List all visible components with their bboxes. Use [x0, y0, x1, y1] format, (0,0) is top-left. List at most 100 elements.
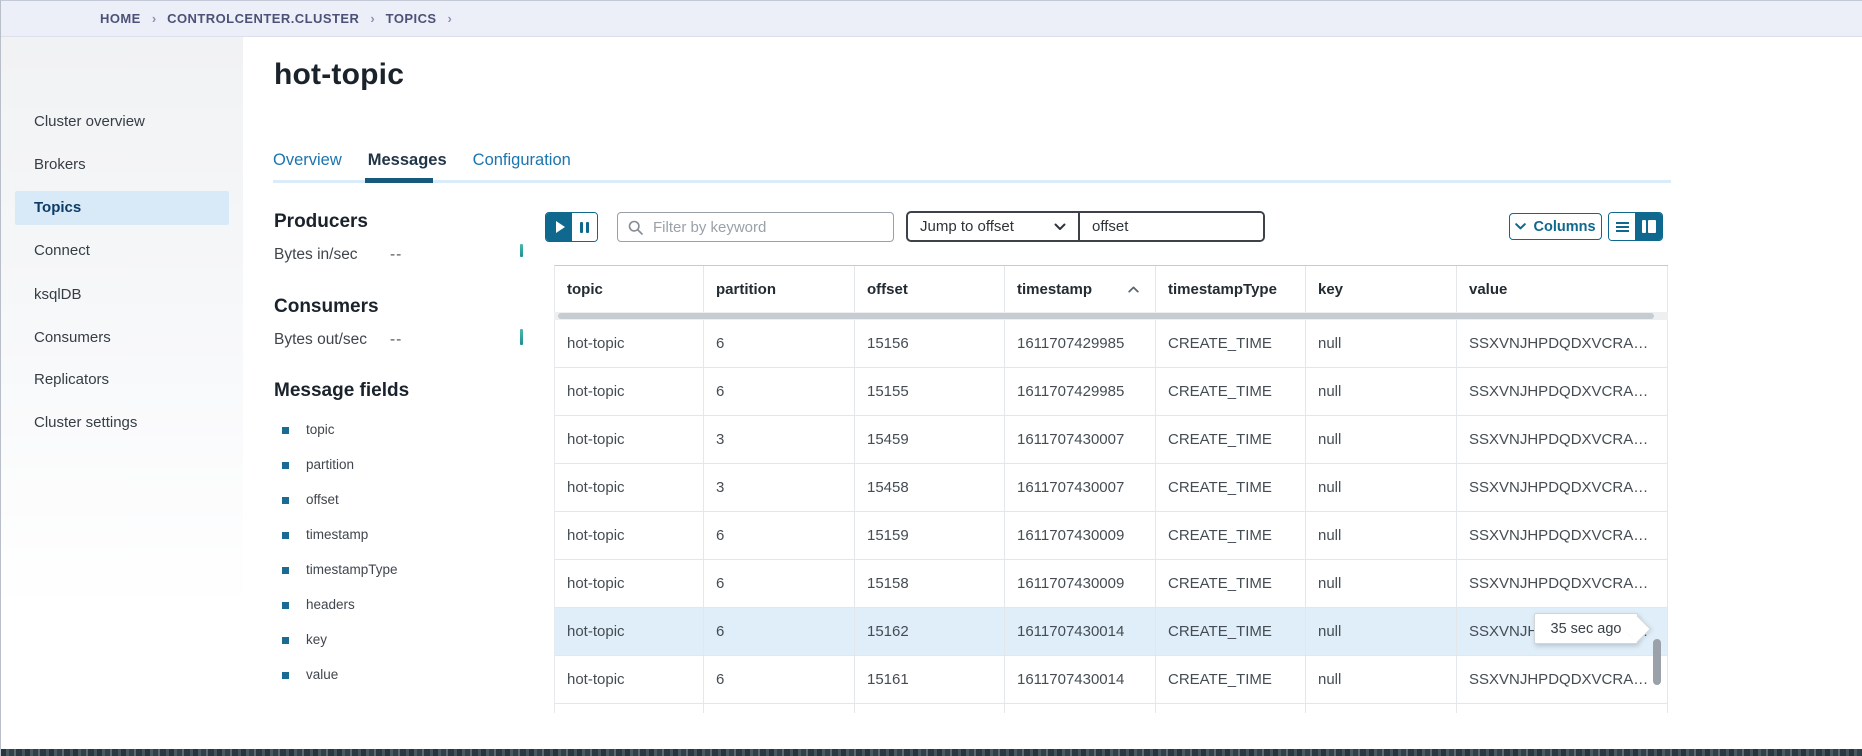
table-row[interactable]: hot-topic3154591611707430007CREATE_TIMEn… [554, 416, 1668, 464]
table-row-partial [554, 704, 1668, 713]
cell-timestampType: CREATE_TIME [1156, 368, 1306, 415]
field-bullet-icon [282, 497, 289, 504]
consumers-sparkline-tick [520, 329, 523, 345]
cell-offset: 15459 [855, 416, 1005, 463]
tab-bar: Overview Messages Configuration [273, 151, 571, 170]
vertical-scrollbar-thumb[interactable] [1653, 639, 1661, 685]
cell-offset: 15161 [855, 656, 1005, 703]
breadcrumb-separator: › [448, 11, 452, 26]
table-row[interactable]: hot-topic6151591611707430009CREATE_TIMEn… [554, 512, 1668, 560]
cell-timestamp: 1611707430014 [1005, 656, 1156, 703]
table-row[interactable]: hot-topic6151581611707430009CREATE_TIMEn… [554, 560, 1668, 608]
pause-icon [580, 222, 583, 233]
message-field-item-value[interactable]: value [282, 667, 398, 702]
column-header-partition[interactable]: partition [704, 266, 855, 312]
screen-edge-artifact [1, 749, 1862, 756]
tab-messages[interactable]: Messages [368, 151, 447, 170]
jump-to-offset-group: Jump to offset [906, 211, 1265, 242]
cell-offset: 15158 [855, 560, 1005, 607]
filter-input[interactable] [651, 218, 883, 237]
table-body: hot-topic6151561611707429985CREATE_TIMEn… [554, 320, 1668, 713]
tab-configuration[interactable]: Configuration [473, 151, 571, 170]
message-field-item-timestamptype[interactable]: timestampType [282, 562, 398, 597]
cell-timestampType: CREATE_TIME [1156, 512, 1306, 559]
search-icon [628, 220, 643, 235]
playback-control [545, 212, 598, 242]
message-fields-heading: Message fields [274, 380, 409, 402]
field-label: partition [306, 457, 354, 473]
breadcrumb-link-home[interactable]: HOME [100, 11, 141, 26]
message-field-item-headers[interactable]: headers [282, 597, 398, 632]
breadcrumb-link-controlcenter-cluster[interactable]: CONTROLCENTER.CLUSTER [167, 11, 359, 26]
column-header-key[interactable]: key [1306, 266, 1457, 312]
column-header-topic[interactable]: topic [555, 266, 704, 312]
message-field-item-timestamp[interactable]: timestamp [282, 527, 398, 562]
column-header-offset[interactable]: offset [855, 266, 1005, 312]
cell-value: SSXVNJHPDQDXVCRA… [1457, 560, 1668, 607]
cell-partition [704, 704, 855, 713]
table-row[interactable]: hot-topic3154581611707430007CREATE_TIMEn… [554, 464, 1668, 512]
bytes-in-label: Bytes in/sec [274, 246, 358, 264]
cell-value: SSXVNJHPDQDXVCRA… [1457, 368, 1668, 415]
message-field-item-key[interactable]: key [282, 632, 398, 667]
cell-key: null [1306, 368, 1457, 415]
message-age-tooltip: 35 sec ago [1534, 613, 1638, 644]
tab-divider [273, 180, 1671, 183]
cell-partition: 3 [704, 416, 855, 463]
cell-partition: 6 [704, 608, 855, 655]
grid-view-button[interactable] [1636, 213, 1662, 240]
cell-timestamp: 1611707430007 [1005, 464, 1156, 511]
cell-value: SSXVNJHPDQDXVCRA… [1457, 320, 1668, 367]
sidebar-item-cluster-settings[interactable]: Cluster settings [15, 406, 229, 440]
producers-sparkline-tick [520, 244, 523, 257]
column-header-timestamp[interactable]: timestamp [1005, 266, 1156, 312]
column-header-value[interactable]: value [1457, 266, 1668, 312]
cell-timestamp [1005, 704, 1156, 713]
offset-input[interactable] [1080, 213, 1263, 240]
table-row[interactable]: hot-topic6151551611707429985CREATE_TIMEn… [554, 368, 1668, 416]
horizontal-scrollbar-thumb[interactable] [558, 313, 1654, 319]
chevron-down-icon [1515, 223, 1526, 230]
cell-key: null [1306, 512, 1457, 559]
pause-button[interactable] [572, 213, 597, 241]
play-button[interactable] [546, 213, 572, 241]
page-title: hot-topic [274, 58, 404, 92]
column-header-timestampType[interactable]: timestampType [1156, 266, 1306, 312]
cell-topic: hot-topic [555, 560, 704, 607]
sidebar-item-topics[interactable]: Topics [15, 191, 229, 225]
cell-partition: 3 [704, 464, 855, 511]
field-bullet-icon [282, 602, 289, 609]
sidebar: Cluster overview Brokers Topics Connect ksql… [1, 37, 243, 756]
table-row[interactable]: hot-topic6151561611707429985CREATE_TIMEn… [554, 320, 1668, 368]
cell-timestampType: CREATE_TIME [1156, 608, 1306, 655]
sidebar-item-brokers[interactable]: Brokers [15, 148, 229, 182]
cell-offset [855, 704, 1005, 713]
cell-partition: 6 [704, 656, 855, 703]
field-bullet-icon [282, 532, 289, 539]
sidebar-item-consumers[interactable]: Consumers [15, 321, 229, 355]
columns-button-label: Columns [1533, 219, 1595, 235]
field-label: headers [306, 597, 355, 613]
tab-overview[interactable]: Overview [273, 151, 342, 170]
cell-timestampType: CREATE_TIME [1156, 560, 1306, 607]
table-row-highlighted[interactable]: hot-topic6151621611707430014CREATE_TIMEn… [554, 608, 1668, 656]
message-field-item-partition[interactable]: partition [282, 457, 398, 492]
sidebar-item-ksqldb[interactable]: ksqlDB [15, 278, 229, 312]
sidebar-item-replicators[interactable]: Replicators [15, 363, 229, 397]
message-field-item-offset[interactable]: offset [282, 492, 398, 527]
list-view-button[interactable] [1609, 213, 1636, 240]
play-icon [556, 221, 565, 233]
cell-timestampType: CREATE_TIME [1156, 464, 1306, 511]
app-root: HOME›CONTROLCENTER.CLUSTER›TOPICS› Clust… [0, 0, 1862, 756]
message-field-item-topic[interactable]: topic [282, 422, 398, 457]
breadcrumb-link-topics[interactable]: TOPICS [386, 11, 437, 26]
bytes-out-value: -- [390, 331, 402, 349]
jump-to-offset-select[interactable]: Jump to offset [908, 213, 1080, 240]
jump-select-value: Jump to offset [920, 218, 1014, 235]
columns-button[interactable]: Columns [1509, 213, 1602, 240]
table-row[interactable]: hot-topic6151611611707430014CREATE_TIMEn… [554, 656, 1668, 704]
field-label: topic [306, 422, 335, 438]
sidebar-item-connect[interactable]: Connect [15, 234, 229, 268]
cell-offset: 15159 [855, 512, 1005, 559]
sidebar-item-cluster-overview[interactable]: Cluster overview [15, 105, 229, 139]
